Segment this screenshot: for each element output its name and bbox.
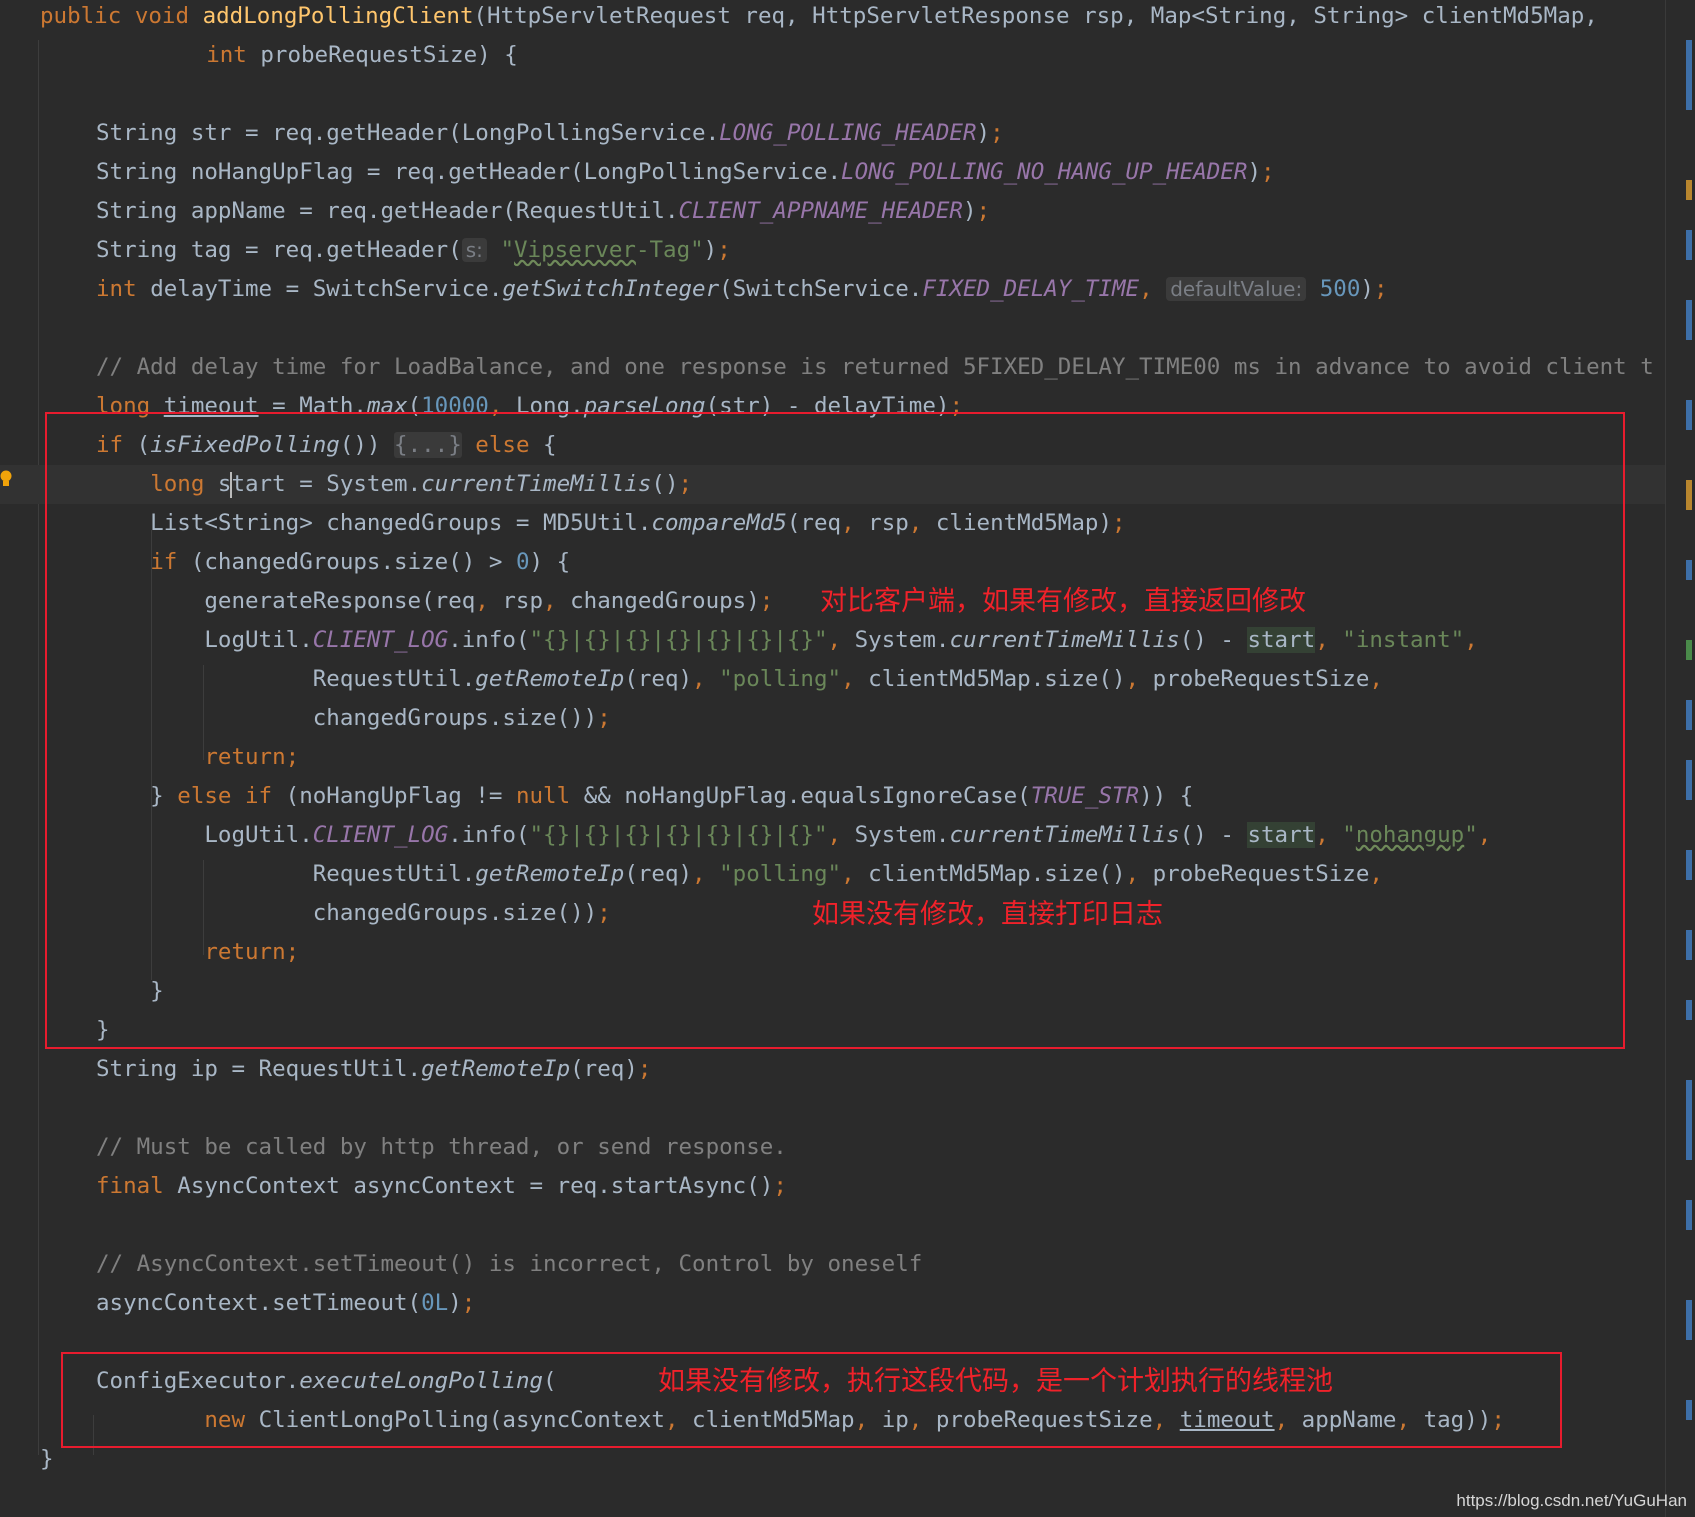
code-line[interactable]: String ip = RequestUtil.getRemoteIp(req)… <box>0 1050 1665 1089</box>
code-line[interactable] <box>0 1206 1665 1245</box>
code-token: ; <box>637 1056 652 1082</box>
code-line[interactable]: int probeRequestSize) { <box>0 36 1665 75</box>
code-token: ) <box>448 1290 462 1316</box>
code-token: ) <box>976 120 991 146</box>
code-token: // AsyncContext.setTimeout() is incorrec… <box>96 1251 923 1277</box>
code-token: asyncContext.setTimeout( <box>96 1290 422 1316</box>
code-token: ; <box>717 237 731 263</box>
code-token: ) <box>1360 276 1374 302</box>
code-token: ) <box>703 237 718 263</box>
code-line[interactable]: final AsyncContext asyncContext = req.st… <box>0 1167 1665 1206</box>
gutter-marker[interactable] <box>1686 560 1692 580</box>
code-line[interactable]: String noHangUpFlag = req.getHeader(Long… <box>0 153 1665 192</box>
code-token: AsyncContext asyncContext = req.startAsy… <box>177 1173 774 1199</box>
code-line[interactable]: String tag = req.getHeader(s: "Vipserver… <box>0 231 1665 270</box>
code-token: getRemoteIp <box>421 1056 571 1082</box>
gutter-marker[interactable] <box>1686 90 1692 110</box>
code-token: FIXED_DELAY_TIME <box>922 276 1140 302</box>
code-token: String noHangUpFlag = req.getHeader(Long… <box>96 159 842 185</box>
gutter-marker[interactable] <box>1686 400 1692 430</box>
code-token: String str = req.getHeader(LongPollingSe… <box>96 120 720 146</box>
gutter-marker[interactable] <box>1686 930 1692 960</box>
annotation-note-log: 如果没有修改，直接打印日志 <box>812 899 1163 930</box>
code-token: delayTime = SwitchService. <box>150 276 503 302</box>
annotation-note-compare: 对比客户端，如果有修改，直接返回修改 <box>820 586 1306 617</box>
code-line[interactable]: // Must be called by http thread, or sen… <box>0 1128 1665 1167</box>
code-token: , <box>1139 276 1167 302</box>
code-token: (SwitchService. <box>719 276 923 302</box>
gutter-marker[interactable] <box>1686 230 1692 260</box>
code-line[interactable]: String str = req.getHeader(LongPollingSe… <box>0 114 1665 153</box>
code-line[interactable]: // AsyncContext.setTimeout() is incorrec… <box>0 1245 1665 1284</box>
gutter-marker[interactable] <box>1686 480 1692 510</box>
code-token: ) <box>962 198 977 224</box>
code-token: getSwitchInteger <box>502 276 720 302</box>
code-token: ) <box>1247 159 1261 185</box>
code-token: (HttpServletRequest req, HttpServletResp… <box>473 3 1598 29</box>
gutter-marker[interactable] <box>1686 1000 1692 1020</box>
code-line[interactable] <box>0 1089 1665 1128</box>
gutter-marker[interactable] <box>1686 1400 1692 1420</box>
code-token: 500 <box>1306 276 1361 302</box>
code-token: ; <box>773 1173 787 1199</box>
code-token: ; <box>1260 159 1275 185</box>
gutter-marker[interactable] <box>1686 300 1692 340</box>
gutter-marker[interactable] <box>1686 1300 1692 1340</box>
gutter-marker[interactable] <box>1686 1080 1692 1160</box>
code-token: s: <box>461 238 487 262</box>
code-token: CLIENT_APPNAME_HEADER <box>678 198 963 224</box>
code-token: final <box>96 1173 178 1199</box>
code-token: // Must be called by http thread, or sen… <box>96 1134 787 1160</box>
watermark-text: https://blog.csdn.net/YuGuHan <box>1456 1491 1687 1510</box>
annotation-box-compare <box>45 412 1625 1049</box>
code-token: int <box>96 276 151 302</box>
code-token: (req) <box>570 1056 638 1082</box>
code-token: String tag = req.getHeader( <box>96 237 462 263</box>
code-token: addLongPollingClient <box>202 3 474 29</box>
code-token: ; <box>1373 276 1388 302</box>
code-line[interactable] <box>0 309 1665 348</box>
code-token: LONG_POLLING_HEADER <box>719 120 977 146</box>
code-line[interactable]: int delayTime = SwitchService.getSwitchI… <box>0 270 1665 309</box>
error-stripe-gutter[interactable] <box>1665 0 1695 1517</box>
lightbulb-icon[interactable] <box>0 470 12 488</box>
code-token: ; <box>976 198 991 224</box>
code-token: LONG_POLLING_NO_HANG_UP_HEADER <box>841 159 1248 185</box>
code-token: // Add delay time for LoadBalance, and o… <box>96 354 1654 380</box>
code-token: probeRequestSize) { <box>260 42 518 68</box>
code-line[interactable]: asyncContext.setTimeout(0L); <box>0 1284 1665 1323</box>
code-token: } <box>40 1446 54 1472</box>
gutter-marker[interactable] <box>1686 850 1692 880</box>
code-line[interactable] <box>0 75 1665 114</box>
gutter-marker[interactable] <box>1686 180 1692 200</box>
code-line[interactable]: public void addLongPollingClient(HttpSer… <box>0 0 1665 36</box>
code-token: -Tag" <box>635 237 704 263</box>
code-token: 0L <box>421 1290 449 1316</box>
code-token: public void <box>40 3 203 29</box>
code-token: " <box>486 237 515 263</box>
gutter-marker[interactable] <box>1686 640 1692 660</box>
code-token: ; <box>461 1290 476 1316</box>
code-token: int <box>206 42 261 68</box>
gutter-marker[interactable] <box>1686 760 1692 800</box>
code-line[interactable]: String appName = req.getHeader(RequestUt… <box>0 192 1665 231</box>
code-token: Vipserver <box>514 237 636 263</box>
annotation-note-executor: 如果没有修改，执行这段代码，是一个计划执行的线程池 <box>658 1366 1333 1397</box>
gutter-marker[interactable] <box>1686 1200 1692 1230</box>
code-line[interactable]: // Add delay time for LoadBalance, and o… <box>0 348 1665 387</box>
code-token: ; <box>990 120 1004 146</box>
code-token: defaultValue: <box>1166 277 1307 301</box>
code-token: String appName = req.getHeader(RequestUt… <box>96 198 679 224</box>
gutter-marker[interactable] <box>1686 700 1692 730</box>
code-token: String ip = RequestUtil. <box>96 1056 422 1082</box>
